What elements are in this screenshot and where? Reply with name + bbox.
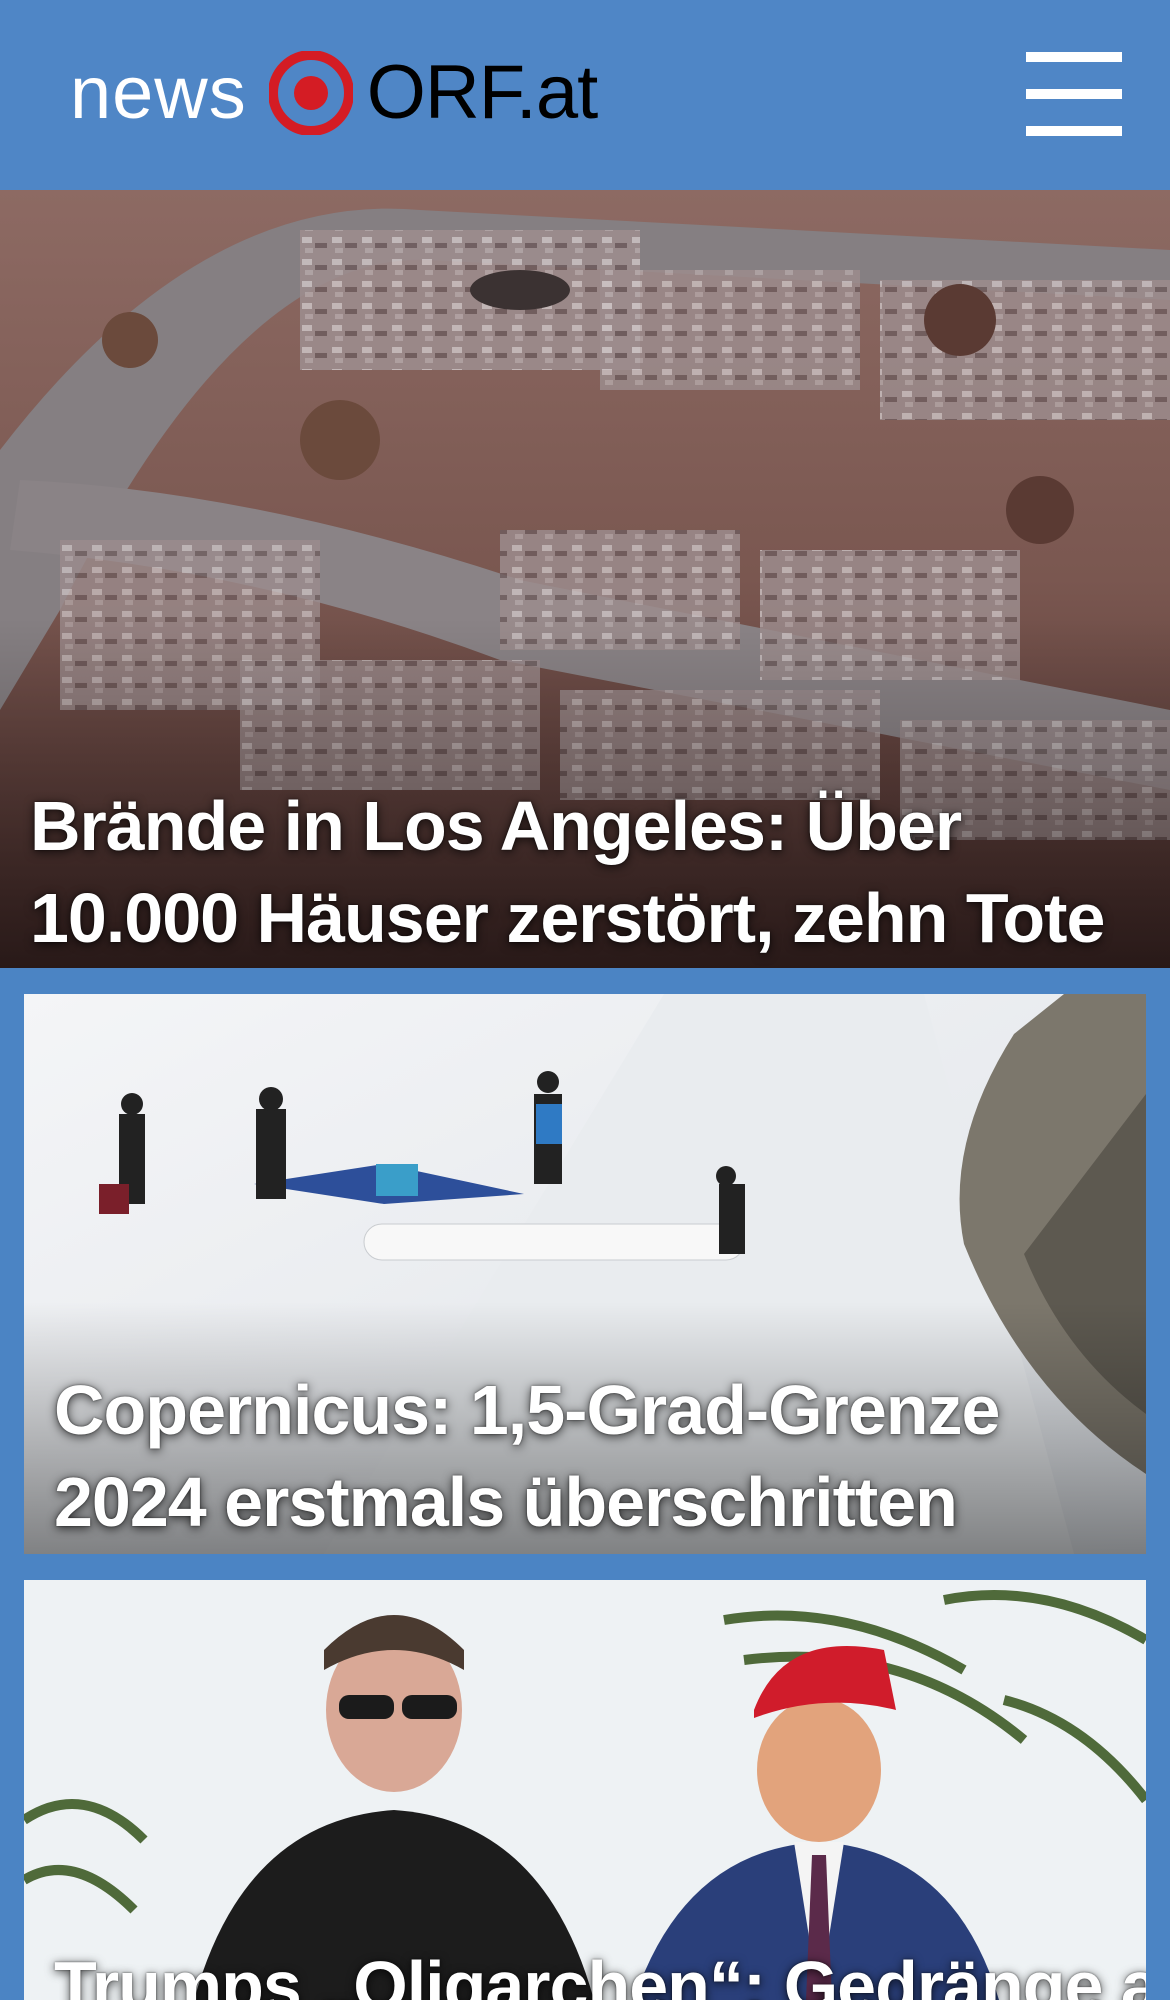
story-headline[interactable]: Brände in Los Angeles: Über 10.000 Häuse… (30, 780, 1140, 964)
story-card-la-fires[interactable]: Brände in Los Angeles: Über 10.000 Häuse… (0, 190, 1170, 968)
story-card-trump-oligarchs[interactable]: Trumps „Oligarchen“: Gedränge auf (24, 1580, 1146, 2000)
logo-orf-text: ORF.at (366, 50, 598, 135)
story-headline[interactable]: Copernicus: 1,5-Grad-Grenze 2024 erstmal… (54, 1364, 1116, 1548)
logo-news-text: news (70, 51, 247, 134)
orf-logo[interactable]: news ORF.at (70, 48, 598, 138)
orf-target-icon (268, 51, 353, 135)
hamburger-menu-icon[interactable] (1026, 52, 1122, 136)
story-image-musk-trump (24, 1580, 1146, 2000)
story-headline[interactable]: Trumps „Oligarchen“: Gedränge auf (54, 1940, 1146, 2000)
story-card-copernicus[interactable]: Copernicus: 1,5-Grad-Grenze 2024 erstmal… (24, 994, 1146, 1554)
top-bar: news ORF.at (0, 0, 1170, 190)
